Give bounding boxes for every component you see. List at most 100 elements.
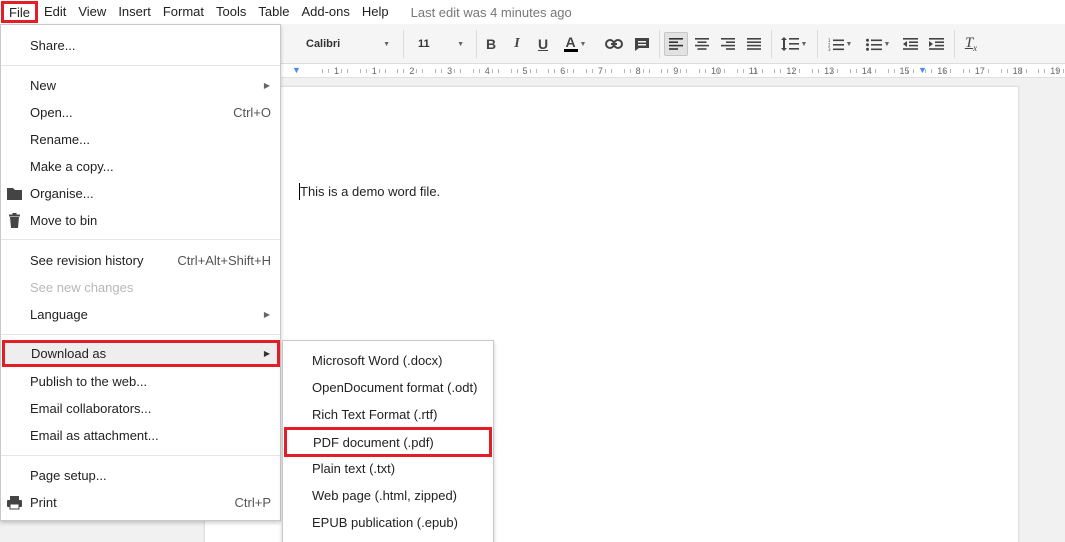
align-right-button[interactable]: [716, 32, 740, 56]
insert-link-button[interactable]: [603, 32, 625, 56]
menu-item-share[interactable]: Share...: [1, 32, 280, 59]
menu-item-open[interactable]: Open... Ctrl+O: [1, 99, 280, 126]
font-size-value: 11: [418, 38, 430, 50]
menu-item-page-setup[interactable]: Page setup...: [1, 462, 280, 489]
menu-item-publish[interactable]: Publish to the web...: [1, 368, 280, 395]
ruler-minor-tick: [548, 69, 550, 73]
align-center-icon: [695, 38, 709, 50]
ruler-minor-tick: [849, 69, 851, 73]
justify-icon: [747, 38, 761, 50]
ruler-tick-label: 19: [1050, 66, 1061, 76]
last-edit-status[interactable]: Last edit was 4 minutes ago: [411, 5, 572, 20]
menu-item-email-collaborators[interactable]: Email collaborators...: [1, 395, 280, 422]
line-spacing-button[interactable]: ▼: [776, 32, 812, 56]
menu-view[interactable]: View: [72, 1, 112, 23]
menu-divider: [1, 239, 280, 240]
menu-addons[interactable]: Add-ons: [295, 1, 355, 23]
document-body-text[interactable]: This is a demo word file.: [300, 184, 440, 199]
ruler-minor-tick: [567, 69, 569, 73]
menu-item-email-attachment[interactable]: Email as attachment...: [1, 422, 280, 449]
submenu-item-label: Web page (.html, zipped): [312, 488, 457, 503]
menu-item-organise[interactable]: Organise...: [1, 180, 280, 207]
menu-item-label: New: [30, 78, 57, 93]
menu-format[interactable]: Format: [157, 1, 210, 23]
align-center-button[interactable]: [690, 32, 714, 56]
ruler-minor-tick: [874, 69, 876, 73]
ruler-tick-label: 16: [937, 66, 948, 76]
menu-item-print[interactable]: Print Ctrl+P: [1, 489, 280, 516]
ruler-tick-label: 14: [861, 66, 872, 76]
menu-bar: File Edit View Insert Format Tools Table…: [0, 0, 1065, 24]
ruler-minor-tick: [529, 69, 531, 73]
insert-comment-button[interactable]: [631, 32, 653, 56]
download-pdf[interactable]: PDF document (.pdf): [284, 427, 492, 457]
ruler-minor-tick: [460, 69, 462, 73]
menu-item-label: Email collaborators...: [30, 401, 152, 416]
chevron-down-icon: ▼: [883, 40, 891, 48]
ruler-minor-tick: [1019, 69, 1021, 73]
ruler-minor-tick: [347, 69, 348, 73]
menu-item-label: Publish to the web...: [30, 374, 148, 389]
ruler-minor-tick: [328, 69, 329, 73]
toolbar-divider: [954, 30, 955, 58]
menu-item-move-to-bin[interactable]: Move to bin: [1, 207, 280, 234]
menu-file[interactable]: File: [1, 1, 38, 23]
menu-item-revision-history[interactable]: See revision history Ctrl+Alt+Shift+H: [1, 247, 280, 274]
numbered-list-button[interactable]: 1 2 3 ▼: [822, 32, 858, 56]
left-indent-marker[interactable]: ▼: [292, 65, 301, 75]
menu-item-rename[interactable]: Rename...: [1, 126, 280, 153]
bold-button[interactable]: B: [481, 32, 501, 56]
bulleted-list-button[interactable]: ▼: [860, 32, 896, 56]
ruler-minor-tick: [705, 69, 706, 73]
download-epub[interactable]: EPUB publication (.epub): [283, 509, 493, 536]
menu-item-label: Email as attachment...: [30, 428, 159, 443]
comment-icon: [635, 37, 649, 51]
font-family-dropdown[interactable]: Calibri ▼: [300, 32, 396, 56]
ruler-minor-tick: [968, 69, 970, 73]
ruler-minor-tick: [422, 69, 424, 73]
ruler-minor-tick: [516, 69, 518, 73]
text-color-button[interactable]: A ▼: [558, 32, 592, 56]
download-txt[interactable]: Plain text (.txt): [283, 455, 493, 482]
font-size-dropdown[interactable]: 11 ▼: [412, 32, 470, 56]
decrease-indent-button[interactable]: [898, 32, 922, 56]
ruler-minor-tick: [868, 69, 870, 73]
ruler-minor-tick: [1044, 69, 1046, 73]
menu-item-download-as[interactable]: Download as ▶: [2, 340, 280, 367]
menu-item-new[interactable]: New ▶: [1, 72, 280, 99]
menu-tools[interactable]: Tools: [210, 1, 252, 23]
ruler-tick-label: 15: [899, 66, 910, 76]
ruler-minor-tick: [736, 69, 738, 73]
menu-help[interactable]: Help: [356, 1, 395, 23]
ruler-minor-tick: [403, 69, 405, 73]
increase-indent-button[interactable]: [924, 32, 948, 56]
ruler-minor-tick: [793, 69, 795, 73]
clear-formatting-button[interactable]: Tx: [959, 32, 983, 56]
menu-item-language[interactable]: Language ▶: [1, 301, 280, 328]
download-docx[interactable]: Microsoft Word (.docx): [283, 347, 493, 374]
ruler-minor-tick: [837, 69, 839, 73]
menu-table[interactable]: Table: [252, 1, 295, 23]
menu-insert[interactable]: Insert: [112, 1, 157, 23]
underline-button[interactable]: U: [533, 32, 553, 56]
align-left-button[interactable]: [664, 32, 688, 56]
folder-icon: [7, 188, 22, 200]
italic-button[interactable]: I: [507, 32, 527, 56]
download-rtf[interactable]: Rich Text Format (.rtf): [283, 401, 493, 428]
justify-button[interactable]: [742, 32, 766, 56]
submenu-item-label: EPUB publication (.epub): [312, 515, 458, 530]
ruler-minor-tick: [818, 69, 820, 73]
ruler-minor-tick: [535, 69, 537, 73]
menu-item-make-copy[interactable]: Make a copy...: [1, 153, 280, 180]
download-odt[interactable]: OpenDocument format (.odt): [283, 374, 493, 401]
menu-item-label: Rename...: [30, 132, 90, 147]
svg-text:3: 3: [828, 47, 831, 51]
menu-item-label: Move to bin: [30, 213, 98, 228]
shortcut-label: Ctrl+Alt+Shift+H: [177, 253, 271, 268]
chevron-right-icon: ▶: [263, 349, 270, 358]
submenu-item-label: Plain text (.txt): [312, 461, 396, 476]
ruler-minor-tick: [491, 69, 493, 73]
download-html[interactable]: Web page (.html, zipped): [283, 482, 493, 509]
menu-edit[interactable]: Edit: [38, 1, 72, 23]
font-family-value: Calibri: [306, 38, 341, 50]
